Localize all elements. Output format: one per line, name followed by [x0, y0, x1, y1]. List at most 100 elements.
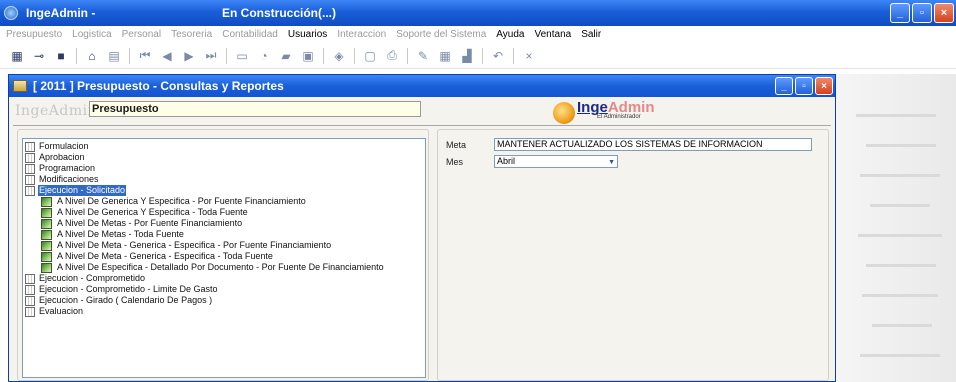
- module-header: IngeAdmin Presupuesto IngeAdmin El Admin…: [9, 97, 835, 127]
- close-button[interactable]: ×: [934, 3, 954, 23]
- tree-report-item[interactable]: A Nivel De Especifica - Detallado Por Do…: [23, 262, 425, 273]
- report-tree[interactable]: Formulacion Aprobacion Programacion Modi…: [22, 138, 426, 378]
- child-window: [ 2011 ] Presupuesto - Consultas y Repor…: [8, 74, 836, 382]
- report-icon: [41, 207, 52, 218]
- tree-report-item[interactable]: A Nivel De Meta - Generica - Especifica …: [23, 251, 425, 262]
- toolbar-separator: [407, 47, 408, 64]
- save-icon[interactable]: ▣: [299, 48, 317, 64]
- mes-select[interactable]: Abril ▼: [494, 155, 618, 168]
- header-divider: [13, 125, 831, 126]
- child-restore-button[interactable]: ▫: [795, 77, 813, 95]
- background-decoration: [870, 204, 930, 207]
- previous-record-icon[interactable]: ◀: [158, 48, 176, 64]
- menu-interaccion[interactable]: Interaccion: [337, 29, 386, 40]
- toolbar-separator: [354, 47, 355, 64]
- folder-open-icon: [25, 185, 35, 196]
- tree-node[interactable]: Ejecucion - Comprometido: [23, 273, 425, 284]
- menu-logistica[interactable]: Logistica: [72, 29, 111, 40]
- delete-icon[interactable]: ◈: [330, 48, 348, 64]
- background-decoration: [858, 234, 942, 237]
- desktop-background: [836, 74, 956, 382]
- menu-ayuda[interactable]: Ayuda: [496, 29, 524, 40]
- toolbar: ▦ ⊸ ■ ⌂ ▤ ⏮ ◀ ▶ ⏭ ▭ ◔ ▰ ▣ ◈ ▢ ⎙ ✎ ▦ ▟ ↶ …: [0, 43, 956, 69]
- child-window-controls: _ ▫ ×: [775, 77, 833, 95]
- toolbar-separator: [513, 47, 514, 64]
- tree-node[interactable]: Formulacion: [23, 141, 425, 152]
- grid-icon[interactable]: ▤: [105, 48, 123, 64]
- tree-node[interactable]: Aprobacion: [23, 152, 425, 163]
- tree-node[interactable]: Programacion: [23, 163, 425, 174]
- report-window-icon: [13, 80, 27, 92]
- mes-row: Mes Abril ▼: [446, 155, 618, 168]
- background-decoration: [872, 324, 932, 327]
- restore-button[interactable]: ▫: [912, 3, 932, 23]
- mes-select-value: Abril: [497, 156, 516, 166]
- menu-salir[interactable]: Salir: [581, 29, 601, 40]
- folder-icon: [25, 273, 35, 284]
- next-record-icon[interactable]: ▶: [180, 48, 198, 64]
- first-record-icon[interactable]: ⏮: [136, 48, 154, 64]
- toolbar-separator: [226, 47, 227, 64]
- minimize-button[interactable]: _: [890, 3, 910, 23]
- child-close-button[interactable]: ×: [815, 77, 833, 95]
- report-icon: [41, 218, 52, 229]
- menu-usuarios[interactable]: Usuarios: [288, 29, 327, 40]
- parameters-group: Meta MANTENER ACTUALIZADO LOS SISTEMAS D…: [437, 129, 829, 381]
- print-icon[interactable]: ⎙: [383, 48, 401, 64]
- tree-report-item[interactable]: A Nivel De Metas - Por Fuente Financiami…: [23, 218, 425, 229]
- table-icon[interactable]: ▦: [436, 48, 454, 64]
- menu-soporte[interactable]: Soporte del Sistema: [396, 29, 486, 40]
- toolbar-separator: [323, 47, 324, 64]
- meta-field[interactable]: MANTENER ACTUALIZADO LOS SISTEMAS DE INF…: [494, 138, 812, 151]
- background-decoration: [860, 174, 940, 177]
- tree-node[interactable]: Ejecucion - Girado ( Calendario De Pagos…: [23, 295, 425, 306]
- chart-icon[interactable]: ▟: [458, 48, 476, 64]
- logo-orb-icon: [553, 102, 575, 124]
- tree-report-item[interactable]: A Nivel De Meta - Generica - Especifica …: [23, 240, 425, 251]
- open-icon[interactable]: ◔: [255, 48, 273, 64]
- last-record-icon[interactable]: ⏭: [202, 48, 220, 64]
- stop-icon[interactable]: ■: [52, 48, 70, 64]
- app-logo-icon: [4, 6, 18, 20]
- toolbar-close-icon[interactable]: ×: [520, 48, 538, 64]
- folder-icon: [25, 152, 35, 163]
- bank-icon[interactable]: ⌂: [83, 48, 101, 64]
- background-decoration: [860, 354, 940, 357]
- report-icon: [41, 229, 52, 240]
- calendar-icon[interactable]: ▦: [8, 48, 26, 64]
- edit-icon[interactable]: ▰: [277, 48, 295, 64]
- folder-icon: [25, 141, 35, 152]
- report-icon: [41, 196, 52, 207]
- tree-node[interactable]: Ejecucion - Comprometido - Limite De Gas…: [23, 284, 425, 295]
- undo-icon[interactable]: ↶: [489, 48, 507, 64]
- new-document-icon[interactable]: ▭: [233, 48, 251, 64]
- tree-report-item[interactable]: A Nivel De Generica Y Especifica - Toda …: [23, 207, 425, 218]
- preview-icon[interactable]: ▢: [361, 48, 379, 64]
- child-minimize-button[interactable]: _: [775, 77, 793, 95]
- menu-tesoreria[interactable]: Tesoreria: [171, 29, 212, 40]
- tree-report-item[interactable]: A Nivel De Metas - Toda Fuente: [23, 229, 425, 240]
- background-decoration: [856, 114, 936, 117]
- child-window-title: [ 2011 ] Presupuesto - Consultas y Repor…: [33, 79, 284, 93]
- report-icon: [41, 262, 52, 273]
- tree-node[interactable]: Modificaciones: [23, 174, 425, 185]
- window-controls: _ ▫ ×: [890, 3, 954, 23]
- key-icon[interactable]: ⊸: [30, 48, 48, 64]
- menu-contabilidad[interactable]: Contabilidad: [222, 29, 278, 40]
- tree-node-selected[interactable]: Ejecucion - Solicitado: [23, 185, 425, 196]
- tree-node[interactable]: Evaluacion: [23, 306, 425, 317]
- menu-personal[interactable]: Personal: [122, 29, 161, 40]
- menu-ventana[interactable]: Ventana: [534, 29, 571, 40]
- background-decoration: [866, 264, 936, 267]
- module-name-field: Presupuesto: [89, 101, 421, 117]
- meta-row: Meta MANTENER ACTUALIZADO LOS SISTEMAS D…: [446, 138, 812, 151]
- menu-bar: Presupuesto Logistica Personal Tesoreria…: [0, 26, 956, 43]
- chevron-down-icon[interactable]: ▼: [608, 157, 615, 168]
- menu-presupuesto[interactable]: Presupuesto: [6, 29, 62, 40]
- folder-icon: [25, 295, 35, 306]
- report-icon: [41, 251, 52, 262]
- folder-icon: [25, 306, 35, 317]
- tree-report-item[interactable]: A Nivel De Generica Y Especifica - Por F…: [23, 196, 425, 207]
- attach-icon[interactable]: ✎: [414, 48, 432, 64]
- app-title: IngeAdmin -: [26, 6, 96, 20]
